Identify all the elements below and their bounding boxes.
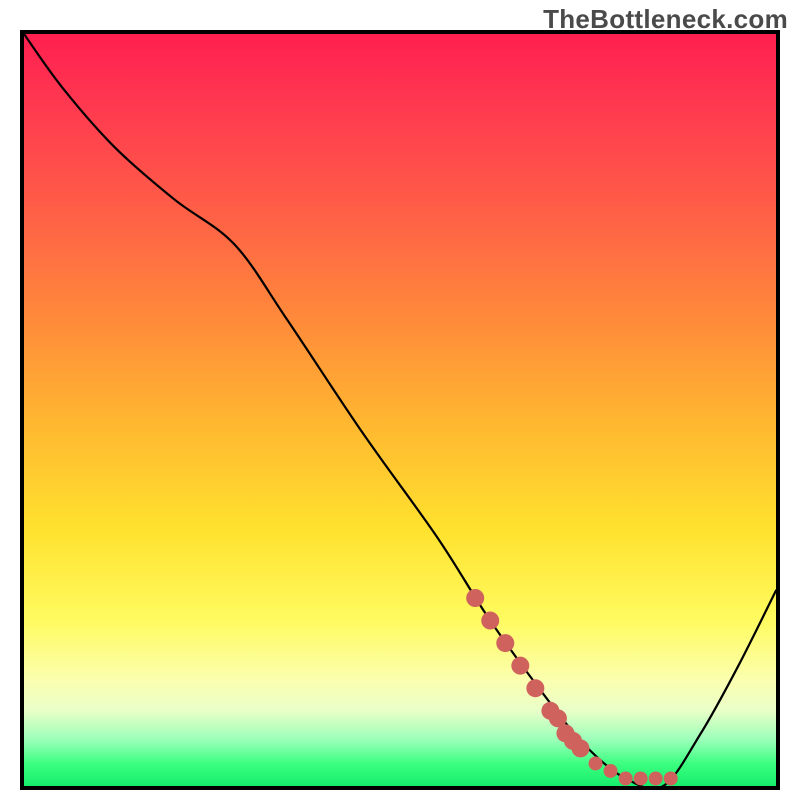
watermark-text: TheBottleneck.com: [543, 4, 788, 35]
highlight-dot: [496, 634, 514, 652]
plot-frame: [20, 30, 780, 790]
highlight-dot: [571, 739, 589, 757]
highlight-dot: [589, 756, 603, 770]
plot-svg: [24, 34, 776, 786]
curve-line: [24, 34, 776, 786]
highlight-dot: [481, 612, 499, 630]
highlight-dot: [619, 771, 633, 785]
chart-stage: TheBottleneck.com: [0, 0, 800, 800]
highlight-dot: [511, 657, 529, 675]
highlight-dots: [466, 589, 678, 785]
highlight-dot: [664, 771, 678, 785]
highlight-dot: [466, 589, 484, 607]
highlight-dot: [634, 771, 648, 785]
highlight-dot: [604, 764, 618, 778]
highlight-dot: [649, 771, 663, 785]
highlight-dot: [526, 679, 544, 697]
curve-path: [24, 34, 776, 786]
